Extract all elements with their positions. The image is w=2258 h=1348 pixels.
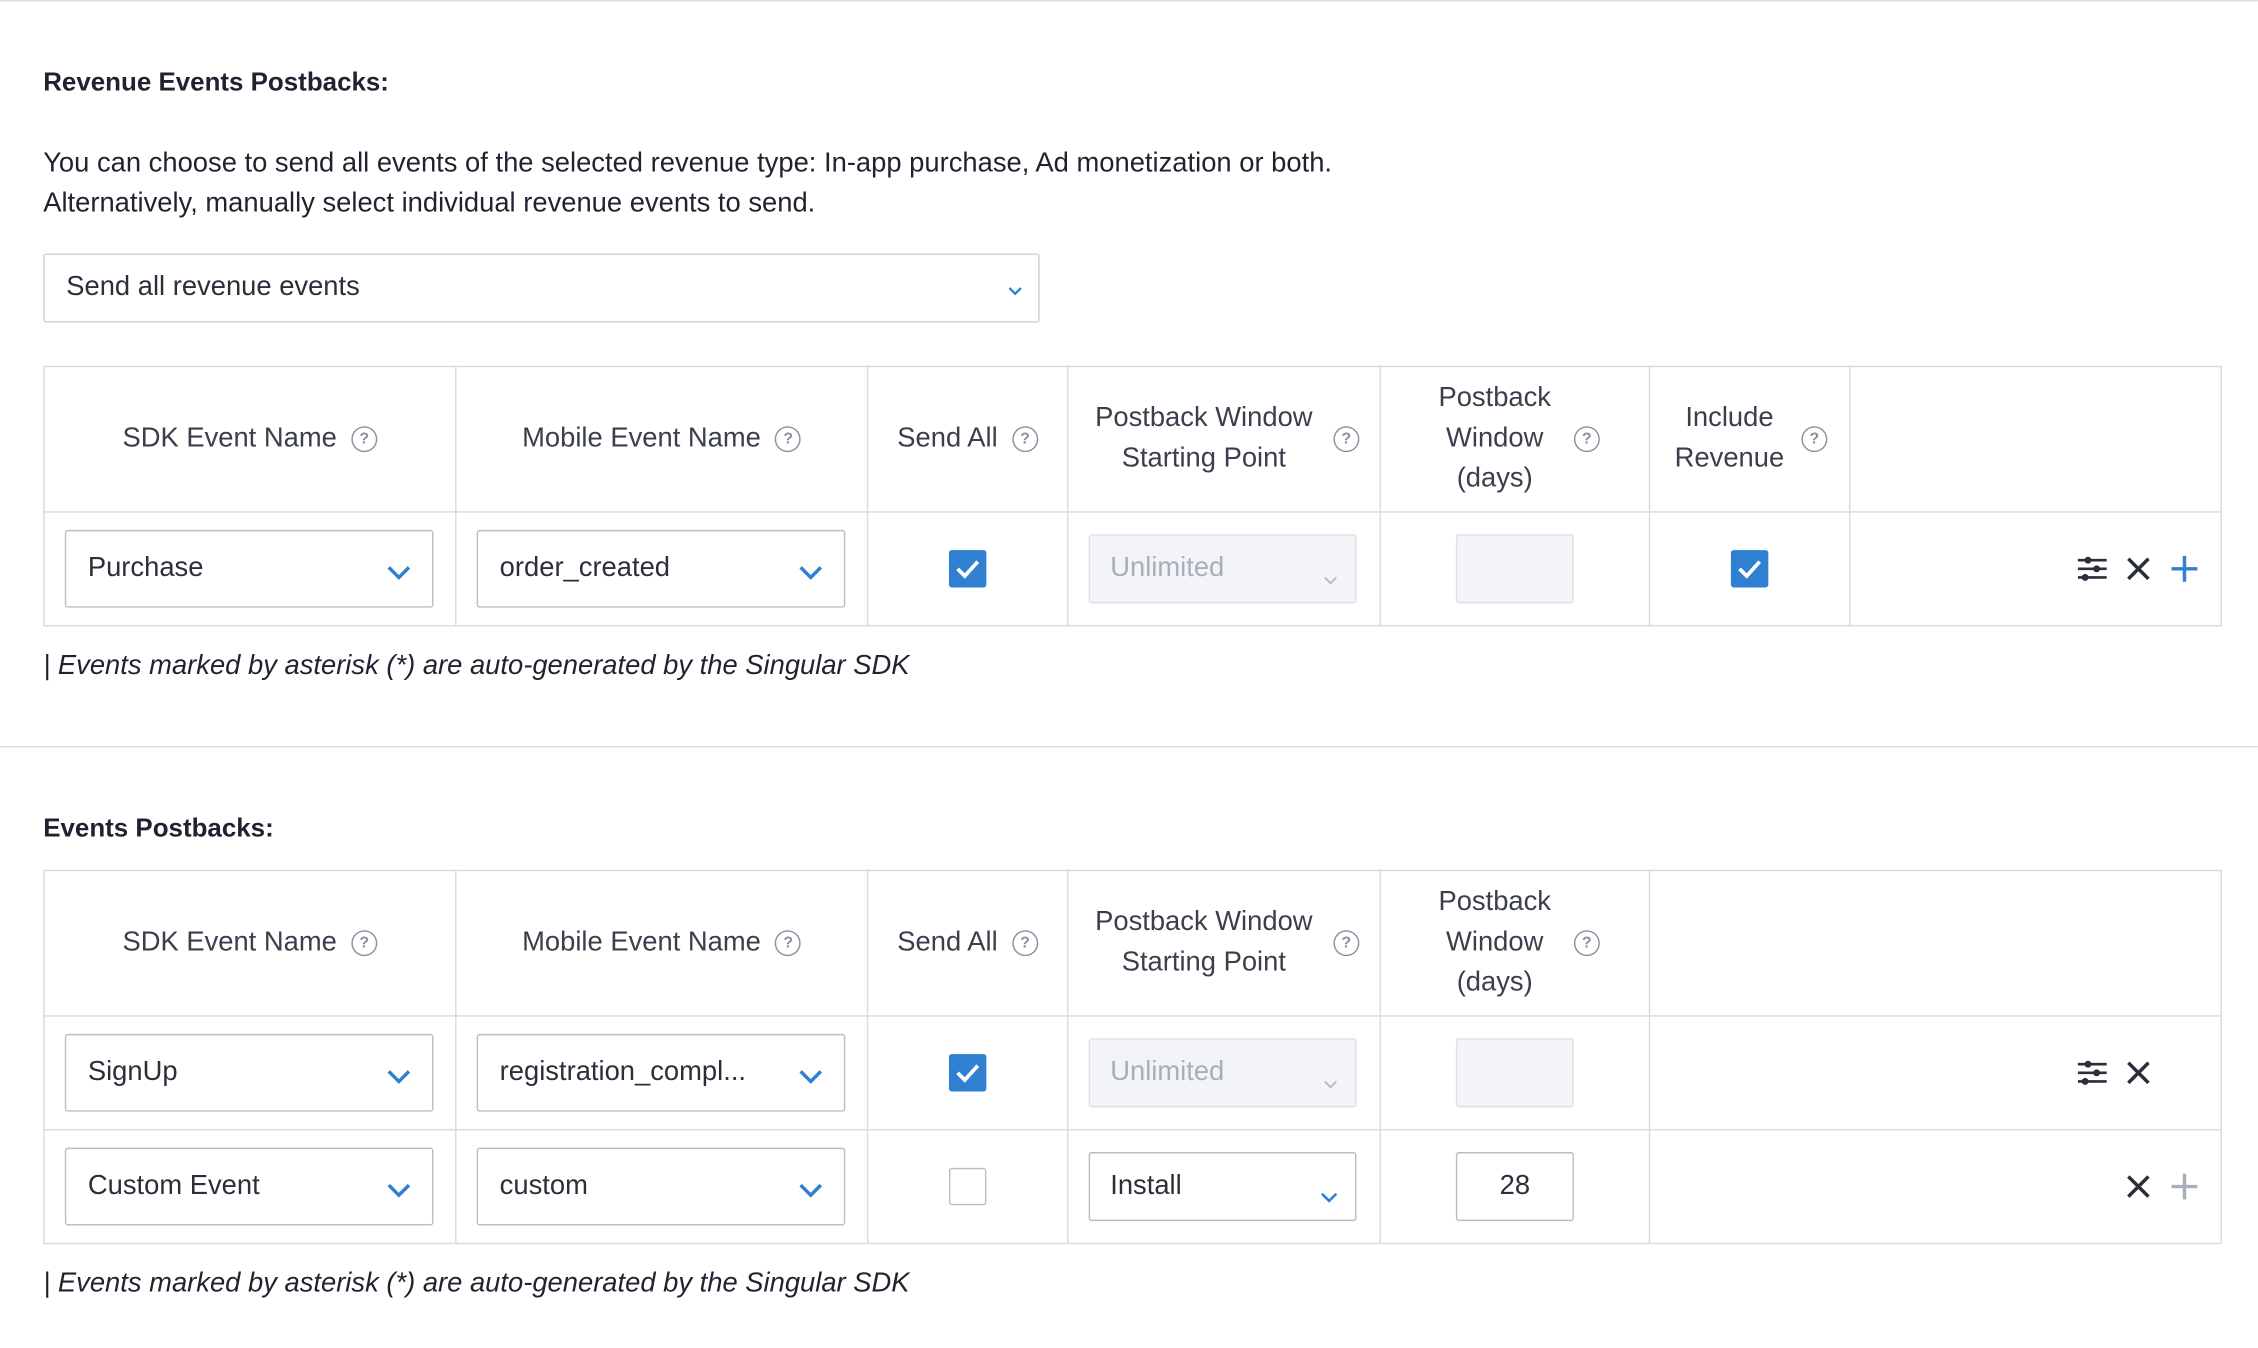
chevron-down-icon: [386, 1175, 412, 1207]
send-all-checkbox[interactable]: [948, 550, 987, 588]
chevron-down-icon: [798, 1175, 824, 1207]
table-row: Custom Event custom Install 28: [43, 1128, 2222, 1245]
help-icon[interactable]: ?: [1333, 426, 1360, 453]
header-window-start: Postback Window Starting Point?: [1067, 869, 1381, 1017]
help-icon[interactable]: ?: [351, 426, 378, 453]
chevron-down-icon: [1007, 276, 1024, 308]
window-days-input[interactable]: [1455, 534, 1574, 604]
help-icon[interactable]: ?: [775, 930, 802, 957]
sliders-icon[interactable]: [2076, 553, 2108, 585]
check-icon: [956, 560, 980, 579]
window-days-input[interactable]: 28: [1455, 1152, 1574, 1222]
table-row: Purchase order_created Unlimited: [43, 511, 2222, 627]
header-window-start: Postback Window Starting Point?: [1067, 365, 1381, 513]
help-icon[interactable]: ?: [1573, 930, 1600, 957]
header-include-revenue: Include Revenue?: [1648, 365, 1851, 513]
revenue-footnote: | Events marked by asterisk (*) are auto…: [43, 650, 910, 682]
top-divider: [0, 0, 2258, 2]
mobile-event-dropdown[interactable]: order_created: [476, 529, 846, 608]
events-section-title: Events Postbacks:: [43, 813, 274, 843]
help-icon[interactable]: ?: [351, 930, 378, 957]
table-row: SignUp registration_compl... Unlimited: [43, 1015, 2222, 1131]
sliders-icon[interactable]: [2076, 1057, 2108, 1089]
table-header-row: SDK Event Name? Mobile Event Name? Send …: [43, 365, 2222, 513]
revenue-description: You can choose to send all events of the…: [43, 144, 1332, 225]
check-icon: [1738, 560, 1762, 579]
header-mobile-event-name: Mobile Event Name?: [455, 869, 869, 1017]
chevron-down-icon: [798, 1061, 824, 1093]
sdk-event-dropdown[interactable]: Purchase: [64, 529, 434, 608]
header-send-all: Send All?: [866, 365, 1069, 513]
check-icon: [956, 1064, 980, 1083]
chevron-down-icon: [386, 1061, 412, 1093]
revenue-section-title: Revenue Events Postbacks:: [43, 67, 389, 97]
mobile-event-dropdown[interactable]: registration_compl...: [476, 1033, 846, 1112]
revenue-events-table: SDK Event Name? Mobile Event Name? Send …: [43, 365, 2222, 627]
window-days-input[interactable]: [1455, 1038, 1574, 1108]
section-divider: [0, 745, 2258, 748]
chevron-down-icon: [1323, 563, 1338, 595]
events-footnote: | Events marked by asterisk (*) are auto…: [43, 1268, 910, 1299]
page: Revenue Events Postbacks: You can choose…: [0, 0, 2258, 1348]
help-icon[interactable]: ?: [1012, 426, 1039, 453]
help-icon[interactable]: ?: [1333, 930, 1360, 957]
window-start-dropdown[interactable]: Unlimited: [1088, 1038, 1357, 1108]
window-start-dropdown[interactable]: Install: [1088, 1152, 1357, 1222]
help-icon[interactable]: ?: [1801, 426, 1828, 453]
header-actions: [1848, 365, 2222, 513]
header-mobile-event-name: Mobile Event Name?: [455, 365, 869, 513]
close-icon[interactable]: [2123, 553, 2155, 585]
revenue-description-line2: Alternatively, manually select individua…: [43, 188, 816, 219]
header-actions: [1648, 869, 2222, 1017]
revenue-description-line1: You can choose to send all events of the…: [43, 148, 1333, 179]
header-window-days: Postback Window (days)?: [1379, 365, 1651, 513]
send-all-checkbox[interactable]: [948, 1167, 987, 1206]
sdk-event-dropdown[interactable]: SignUp: [64, 1033, 434, 1112]
close-icon[interactable]: [2123, 1057, 2155, 1089]
include-revenue-checkbox[interactable]: [1730, 550, 1769, 588]
send-all-checkbox[interactable]: [948, 1054, 987, 1092]
window-start-dropdown[interactable]: Unlimited: [1088, 534, 1357, 604]
help-icon[interactable]: ?: [1573, 426, 1600, 453]
chevron-down-icon: [386, 557, 412, 589]
revenue-events-select[interactable]: Send all revenue events: [43, 253, 1040, 323]
header-send-all: Send All?: [866, 869, 1069, 1017]
help-icon[interactable]: ?: [1012, 930, 1039, 957]
plus-icon[interactable]: [2169, 1171, 2201, 1203]
events-table: SDK Event Name? Mobile Event Name? Send …: [43, 869, 2222, 1245]
help-icon[interactable]: ?: [775, 426, 802, 453]
revenue-events-select-value: Send all revenue events: [66, 272, 360, 303]
header-sdk-event-name: SDK Event Name?: [43, 869, 457, 1017]
chevron-down-icon: [1320, 1181, 1338, 1213]
header-window-days: Postback Window (days)?: [1379, 869, 1651, 1017]
chevron-down-icon: [1323, 1067, 1338, 1099]
chevron-down-icon: [798, 557, 824, 589]
header-sdk-event-name: SDK Event Name?: [43, 365, 457, 513]
plus-icon[interactable]: [2169, 553, 2201, 585]
table-header-row: SDK Event Name? Mobile Event Name? Send …: [43, 869, 2222, 1017]
mobile-event-dropdown[interactable]: custom: [476, 1147, 846, 1226]
close-icon[interactable]: [2123, 1171, 2155, 1203]
sdk-event-dropdown[interactable]: Custom Event: [64, 1147, 434, 1226]
